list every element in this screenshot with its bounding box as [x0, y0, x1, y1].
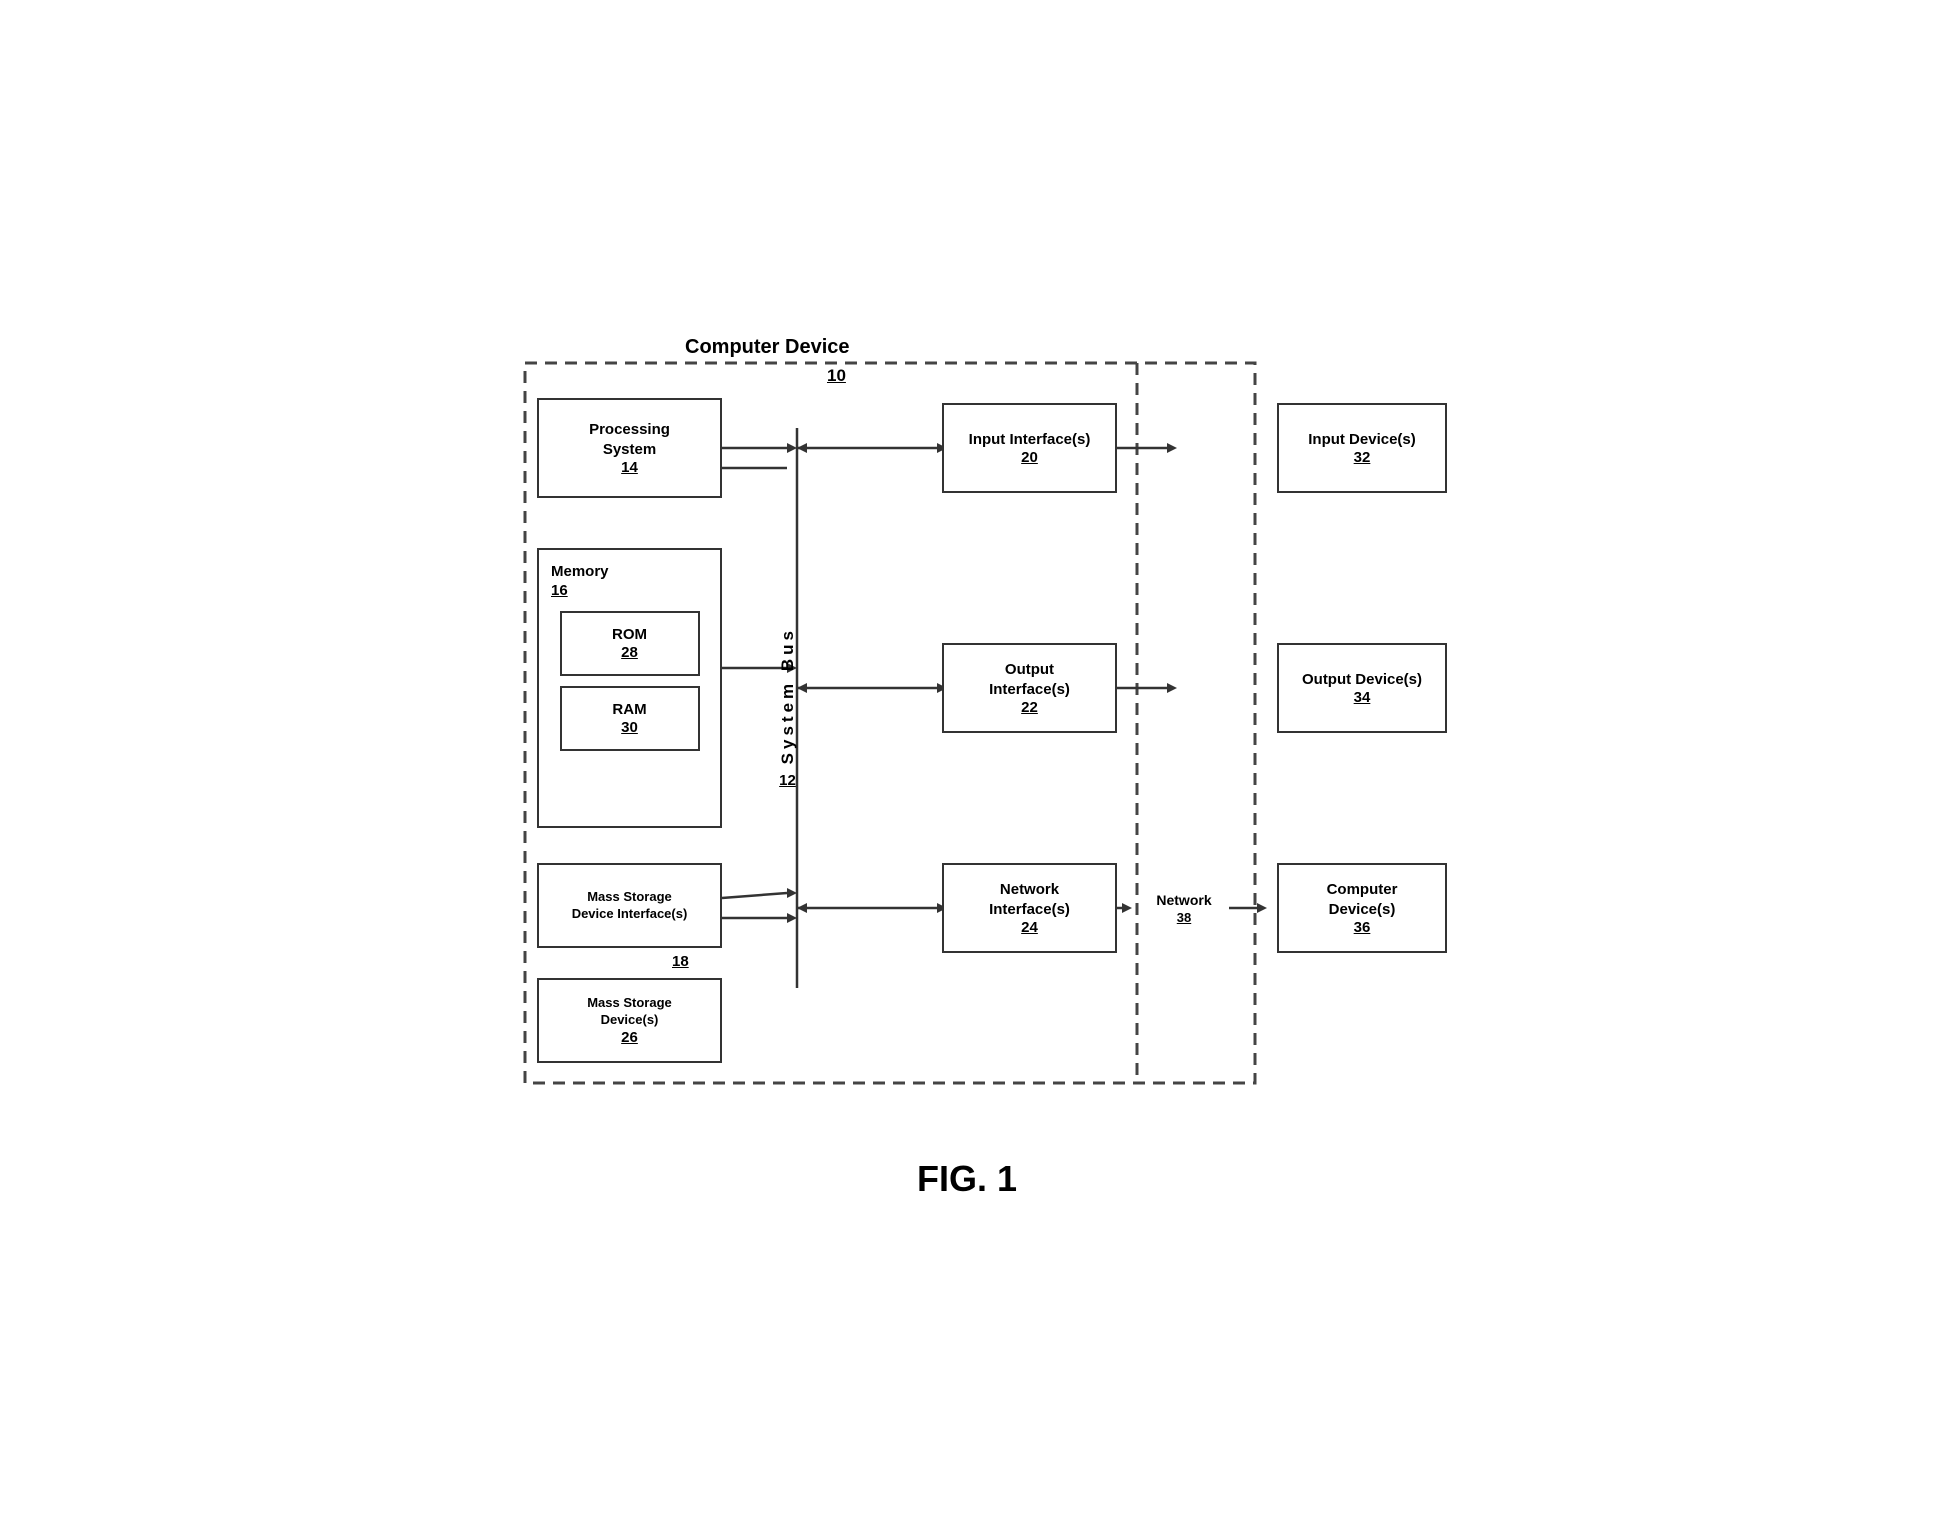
output-device-label: Output Device(s)	[1302, 670, 1422, 690]
input-device-box: Input Device(s) 32	[1277, 403, 1447, 493]
input-interface-box: Input Interface(s) 20	[942, 403, 1117, 493]
fig-caption: FIG. 1	[917, 1158, 1017, 1200]
output-interface-label: OutputInterface(s)	[989, 660, 1070, 699]
ram-label: RAM	[612, 700, 646, 720]
computer-device-right-box: ComputerDevice(s) 36	[1277, 863, 1447, 953]
system-bus-label: System Bus	[775, 627, 801, 764]
network-label: Network	[1156, 891, 1211, 909]
computer-device-right-num: 36	[1354, 919, 1371, 936]
processing-system-label: ProcessingSystem	[589, 420, 670, 459]
network-interface-box: NetworkInterface(s) 24	[942, 863, 1117, 953]
diagram-wrapper: Processing System Computer Device 10 Pro…	[487, 328, 1447, 1200]
output-device-num: 34	[1354, 689, 1371, 706]
diagram-container: Processing System Computer Device 10 Pro…	[517, 328, 1417, 1108]
processing-system-box: ProcessingSystem 14	[537, 398, 722, 498]
input-interface-num: 20	[1021, 449, 1038, 466]
output-interface-num: 22	[1021, 699, 1038, 716]
computer-device-number: 10	[827, 366, 846, 386]
input-interface-label: Input Interface(s)	[969, 430, 1091, 450]
network-label-box: Network 38	[1139, 878, 1229, 938]
output-device-box: Output Device(s) 34	[1277, 643, 1447, 733]
mass-storage-device-label: Mass StorageDevice(s)	[587, 995, 672, 1029]
system-bus-container: System Bus 12	[765, 408, 810, 1008]
mass-storage-interface-num: 18	[672, 953, 689, 970]
rom-label: ROM	[612, 625, 647, 645]
ram-box: RAM 30	[560, 686, 700, 751]
output-interface-box: OutputInterface(s) 22	[942, 643, 1117, 733]
mass-storage-interface-label: Mass StorageDevice Interface(s)	[572, 889, 688, 923]
memory-label: Memory	[551, 562, 609, 582]
processing-system-num: 14	[621, 459, 638, 476]
ram-num: 30	[621, 719, 638, 736]
network-interface-label: NetworkInterface(s)	[989, 880, 1070, 919]
mass-storage-device-box: Mass StorageDevice(s) 26	[537, 978, 722, 1063]
memory-num: 16	[551, 582, 568, 599]
input-device-num: 32	[1354, 449, 1371, 466]
rom-num: 28	[621, 644, 638, 661]
computer-device-right-label: ComputerDevice(s)	[1327, 880, 1398, 919]
system-bus-num: 12	[779, 772, 796, 789]
network-num: 38	[1177, 910, 1191, 925]
memory-outer-box: Memory 16 ROM 28 RAM 30	[537, 548, 722, 828]
rom-box: ROM 28	[560, 611, 700, 676]
mass-storage-device-num: 26	[621, 1029, 638, 1046]
input-device-label: Input Device(s)	[1308, 430, 1416, 450]
mass-storage-interface-box: Mass StorageDevice Interface(s)	[537, 863, 722, 948]
computer-device-title: Processing System Computer Device	[677, 336, 858, 359]
network-interface-num: 24	[1021, 919, 1038, 936]
